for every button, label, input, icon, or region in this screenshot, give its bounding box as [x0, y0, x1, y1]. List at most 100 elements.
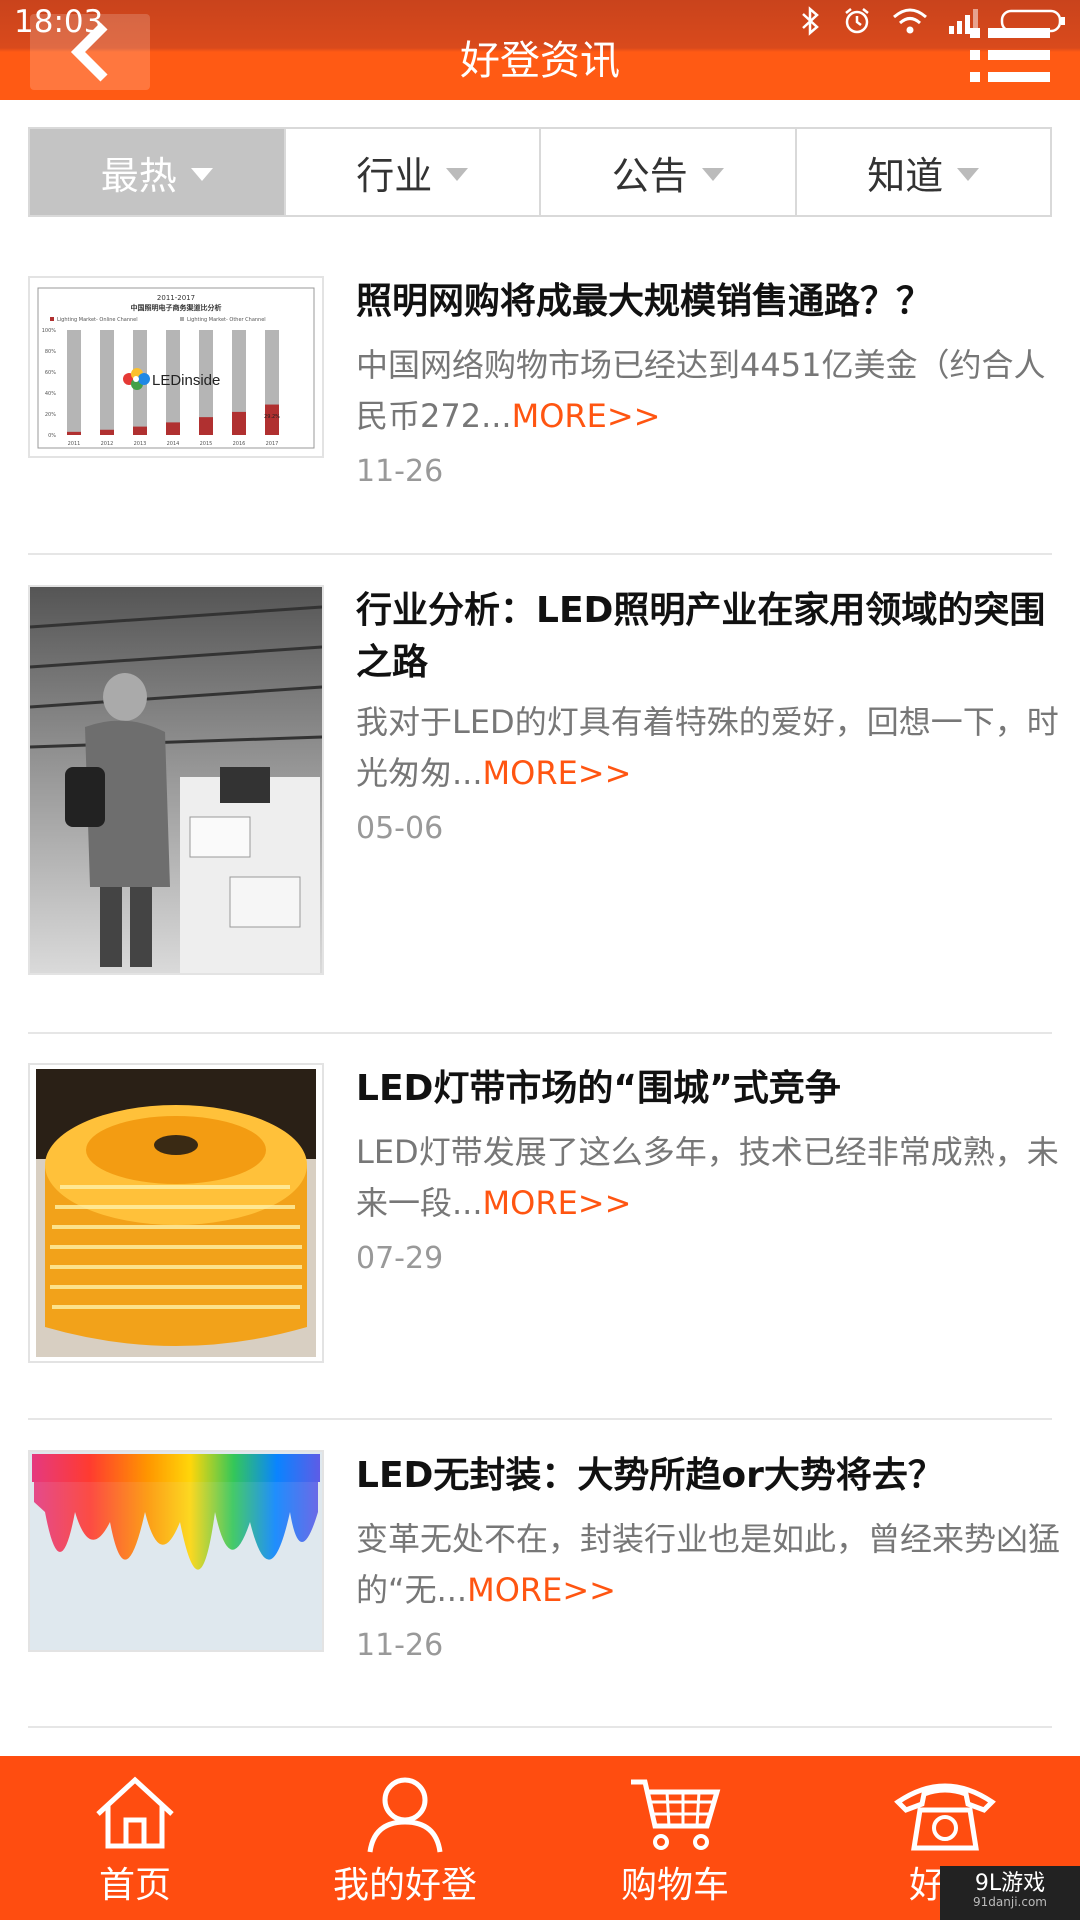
tab-label: 知道 — [867, 153, 944, 198]
divider — [28, 1032, 1052, 1034]
chevron-down-icon — [957, 167, 980, 181]
news-title[interactable]: LED灯带市场的“围城”式竞争 — [356, 1063, 1056, 1115]
menu-dot — [970, 50, 980, 60]
nav-cart[interactable]: 购物车 — [540, 1756, 810, 1920]
thumb-year: 2017 — [266, 441, 279, 447]
thumb-year: 2015 — [200, 441, 213, 447]
thumb-ytick: 100% — [42, 328, 57, 334]
thumb-ytick: 0% — [48, 433, 56, 439]
news-summary-text: 我对于LED的灯具有着特殊的爱好，回想一下，时光匆匆... — [356, 703, 1059, 792]
list-item[interactable]: LED灯带市场的“围城”式竞争 LED灯带发展了这么多年，技术已经非常成熟，未来… — [28, 1063, 1059, 1363]
news-thumbnail — [28, 585, 324, 975]
more-link[interactable]: MORE>> — [483, 754, 632, 792]
more-link[interactable]: MORE>> — [483, 1184, 632, 1222]
news-summary-text: LED灯带发展了这么多年，技术已经非常成熟，未来一段... — [356, 1133, 1059, 1222]
led-strip-photo-image — [30, 1065, 322, 1361]
watermark-sub: 91danji.com — [973, 1895, 1047, 1910]
divider — [28, 1418, 1052, 1420]
tab-knowledge[interactable]: 知道 — [796, 129, 1050, 215]
list-item[interactable]: 2011-2017 中国照明电子商务渠道比分析 Lighting Market-… — [28, 276, 1052, 506]
thumb-bar-other — [67, 330, 81, 435]
thumb-legend-other: Lighting Market- Other Channel — [187, 317, 266, 323]
news-title[interactable]: 照明网购将成最大规模销售通路？？ — [356, 276, 1056, 328]
news-date: 07-29 — [356, 1241, 444, 1276]
chevron-down-icon — [190, 167, 213, 181]
menu-dot — [970, 28, 980, 38]
news-summary: 中国网络购物市场已经达到4451亿美金（约合人民币272...MORE>> — [356, 340, 1066, 442]
news-date: 11-26 — [356, 454, 444, 489]
chevron-down-icon — [701, 167, 724, 181]
tab-label: 公告 — [611, 153, 688, 198]
news-title[interactable]: 行业分析：LED照明产业在家用领域的突围之路 — [356, 585, 1056, 689]
news-summary-text: 变革无处不在，封装行业也是如此，曾经来势凶猛的“无... — [356, 1520, 1061, 1609]
news-thumbnail — [28, 1450, 324, 1652]
page-title: 好登资讯 — [460, 38, 620, 84]
thumb-year: 2014 — [167, 441, 180, 447]
tab-hottest[interactable]: 最热 — [30, 129, 286, 215]
thumb-year: 2011 — [68, 441, 81, 447]
cart-icon — [631, 1779, 721, 1850]
thumb-ytick: 80% — [45, 349, 56, 355]
thumb-ytick: 60% — [45, 370, 56, 376]
filter-tabs: 最热 行业 公告 知道 — [28, 127, 1052, 217]
thumb-year: 2016 — [233, 441, 246, 447]
thumb-chart-title: 2011-2017 — [157, 294, 195, 302]
nav-my-haodeng[interactable]: 我的好登 — [270, 1756, 540, 1920]
thumb-bar-online — [67, 431, 81, 435]
menu-line — [988, 72, 1050, 82]
top-bar: 18:03 好登资讯 — [0, 0, 1080, 100]
ledinside-logo: LEDinside — [123, 368, 220, 390]
user-icon — [367, 1777, 443, 1853]
melted-crayons-image — [30, 1452, 322, 1650]
menu-line — [988, 28, 1050, 38]
nav-contact[interactable]: 好登 9L游戏 91danji.com — [810, 1756, 1080, 1920]
news-summary: LED灯带发展了这么多年，技术已经非常成熟，未来一段...MORE>> — [356, 1127, 1066, 1229]
bookstore-photo-image — [30, 587, 322, 973]
more-link[interactable]: MORE>> — [467, 1571, 616, 1609]
watermark-text: 9L游戏 — [974, 1871, 1046, 1896]
nav-home[interactable]: 首页 — [0, 1756, 270, 1920]
tab-announcements[interactable]: 公告 — [541, 129, 797, 215]
thumb-bar-online — [100, 429, 114, 435]
tab-industry[interactable]: 行业 — [285, 129, 541, 215]
thumb-legend-online: Lighting Market- Online Channel — [57, 317, 138, 323]
bottom-nav: 首页 我的好登 购物车 好登 9L游戏 91danji.com — [0, 1756, 1080, 1920]
news-summary: 变革无处不在，封装行业也是如此，曾经来势凶猛的“无...MORE>> — [356, 1514, 1066, 1616]
news-thumbnail — [28, 1063, 324, 1363]
thumb-year: 2013 — [134, 441, 147, 447]
news-summary: 我对于LED的灯具有着特殊的爱好，回想一下，时光匆匆...MORE>> — [356, 697, 1066, 799]
divider — [28, 1726, 1052, 1728]
nav-label: 首页 — [98, 1865, 171, 1906]
thumb-bar-other — [100, 330, 114, 435]
thumb-bar-online — [199, 417, 213, 435]
thumb-logo-text: LEDinside — [152, 372, 220, 389]
thumb-ytick: 40% — [45, 391, 56, 397]
thumb-bar-online — [166, 422, 180, 435]
thumb-chart-subtitle: 中国照明电子商务渠道比分析 — [131, 303, 222, 312]
chart-thumbnail-image: 2011-2017 中国照明电子商务渠道比分析 Lighting Market-… — [37, 287, 315, 449]
list-item[interactable]: 行业分析：LED照明产业在家用领域的突围之路 我对于LED的灯具有着特殊的爱好，… — [28, 585, 1059, 975]
home-icon — [96, 1776, 174, 1849]
news-date: 05-06 — [356, 811, 444, 846]
news-date: 11-26 — [356, 1628, 444, 1663]
watermark-logo: 9L游戏 91danji.com — [940, 1866, 1080, 1920]
thumb-year: 2012 — [101, 441, 114, 447]
thumb-bar-online — [133, 426, 147, 435]
tab-label: 行业 — [356, 153, 433, 198]
menu-button[interactable] — [970, 24, 1050, 84]
list-item[interactable]: LED无封装：大势所趋or大势将去？ 变革无处不在，封装行业也是如此，曾经来势凶… — [28, 1450, 1060, 1663]
menu-line — [988, 50, 1050, 60]
nav-label: 我的好登 — [332, 1865, 477, 1906]
tab-label: 最热 — [100, 153, 177, 198]
divider — [28, 553, 1052, 555]
news-thumbnail: 2011-2017 中国照明电子商务渠道比分析 Lighting Market-… — [28, 276, 324, 458]
menu-dot — [970, 72, 980, 82]
nav-label: 购物车 — [620, 1865, 729, 1906]
chevron-down-icon — [446, 167, 469, 181]
more-link[interactable]: MORE>> — [512, 397, 661, 435]
phone-icon — [894, 1783, 996, 1851]
thumb-label-2017: 29.2% — [264, 414, 280, 420]
thumb-bar-online — [232, 411, 246, 435]
news-title[interactable]: LED无封装：大势所趋or大势将去？ — [356, 1450, 1056, 1502]
news-summary-text: 中国网络购物市场已经达到4451亿美金（约合人民币272... — [356, 346, 1046, 435]
